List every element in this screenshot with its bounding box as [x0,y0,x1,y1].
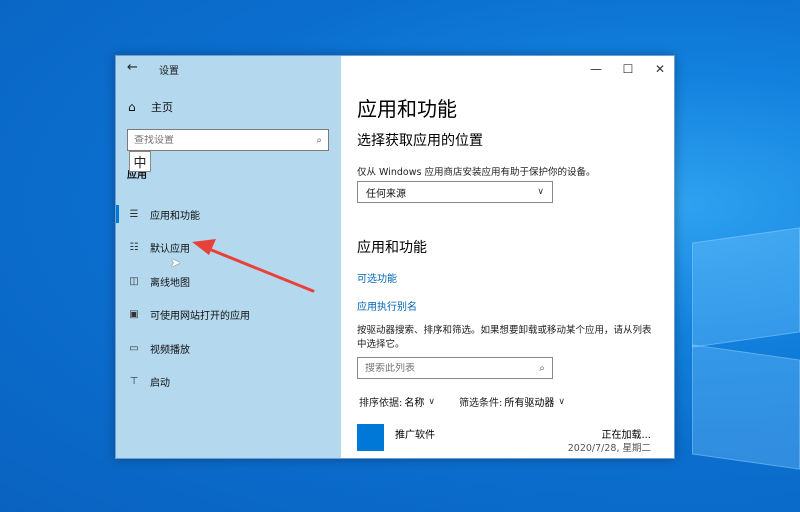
app-status: 正在加载... [601,430,651,441]
sidebar-item-default-apps[interactable]: ☷ 默认应用 [116,235,341,259]
minimize-icon[interactable]: — [581,58,611,80]
install-section-heading: 选择获取应用的位置 [357,133,483,149]
maximize-icon[interactable]: ☐ [613,58,643,80]
search-icon[interactable]: ⌕ [539,363,545,374]
sidebar-item-label: 可使用网站打开的应用 [150,310,250,322]
sidebar-item-label: 视频播放 [150,344,190,356]
sidebar: ← 设置 ⌂ 主页 ⌕ 应用 中 ☰ 应用和功能 ☷ 默认应用 ◫ 离线地图 ▣… [116,56,341,458]
desktop-logo-pane [692,227,800,348]
page-title: 应用和功能 [357,97,457,121]
filter-dropdown[interactable]: 筛选条件: 所有驱动器 ∨ [458,394,565,410]
sidebar-item-label: 离线地图 [150,277,190,289]
apps-description: 按驱动器搜索、排序和筛选。如果想要卸载或移动某个应用，请从列表中选择它。 [357,325,652,350]
filter-value: 所有驱动器 [504,398,555,409]
app-list-search-input[interactable] [365,362,540,374]
sidebar-item-label: 主页 [151,101,173,114]
title-bar: ← 设置 [116,56,341,82]
sidebar-item-label: 应用和功能 [150,210,200,222]
app-install-date: 2020/7/28, 星期二 [567,443,651,454]
sidebar-item-video-playback[interactable]: ▭ 视频播放 [116,336,341,360]
sort-filter-bar: 排序依据: 名称 ∨ 筛选条件: 所有驱动器 ∨ [359,394,589,410]
optional-features-link[interactable]: 可选功能 [357,270,397,285]
dropdown-value: 任何来源 [366,188,406,200]
window-title: 设置 [159,66,179,77]
offline-maps-icon: ◫ [129,275,139,287]
app-tile-icon [357,424,384,451]
home-icon: ⌂ [128,100,136,114]
sidebar-item-startup[interactable]: ⊤ 启动 [116,369,341,393]
sidebar-item-label: 启动 [150,377,170,389]
sidebar-item-label: 默认应用 [150,243,190,255]
mouse-cursor-icon: ➤ [170,256,181,271]
back-arrow-icon[interactable]: ← [127,60,138,75]
default-apps-icon: ☷ [129,241,139,253]
chevron-down-icon: ∨ [428,396,435,407]
desktop-logo-pane [692,344,800,470]
settings-search-input[interactable] [134,134,317,146]
sidebar-item-offline-maps[interactable]: ◫ 离线地图 [116,269,341,293]
install-description: 仅从 Windows 应用商店安装应用有助于保护你的设备。 [357,167,596,178]
video-playback-icon: ▭ [129,342,139,354]
app-execution-aliases-link[interactable]: 应用执行别名 [357,298,417,313]
chevron-down-icon: ∨ [558,396,565,407]
settings-search-box[interactable]: ⌕ [127,129,329,151]
filter-label: 筛选条件: [458,398,503,409]
apps-features-icon: ☰ [129,208,139,220]
main-content: — ☐ ✕ 应用和功能 选择获取应用的位置 仅从 Windows 应用商店安装应… [341,56,674,458]
sort-dropdown[interactable]: 排序依据: 名称 ∨ [359,394,435,410]
settings-window: ← 设置 ⌂ 主页 ⌕ 应用 中 ☰ 应用和功能 ☷ 默认应用 ◫ 离线地图 ▣… [115,55,675,459]
apps-for-websites-icon: ▣ [129,308,139,320]
close-icon[interactable]: ✕ [645,58,674,80]
ime-indicator: 中 [129,151,151,172]
app-list-search-box[interactable]: ⌕ [357,357,553,379]
sidebar-item-apps-for-websites[interactable]: ▣ 可使用网站打开的应用 [116,302,341,326]
search-icon[interactable]: ⌕ [316,135,322,146]
sidebar-item-home[interactable]: ⌂ 主页 [128,99,173,115]
install-source-dropdown[interactable]: 任何来源 ∨ [357,181,553,203]
startup-icon: ⊤ [129,375,139,387]
chevron-down-icon: ∨ [537,187,544,197]
sort-label: 排序依据: [359,398,403,409]
sidebar-item-apps-features[interactable]: ☰ 应用和功能 [116,202,341,226]
app-name: 推广软件 [395,430,435,441]
apps-section-heading: 应用和功能 [357,240,427,256]
sort-value: 名称 [404,398,425,409]
list-item[interactable]: 推广软件 正在加载... 2020/7/28, 星期二 [357,422,653,456]
